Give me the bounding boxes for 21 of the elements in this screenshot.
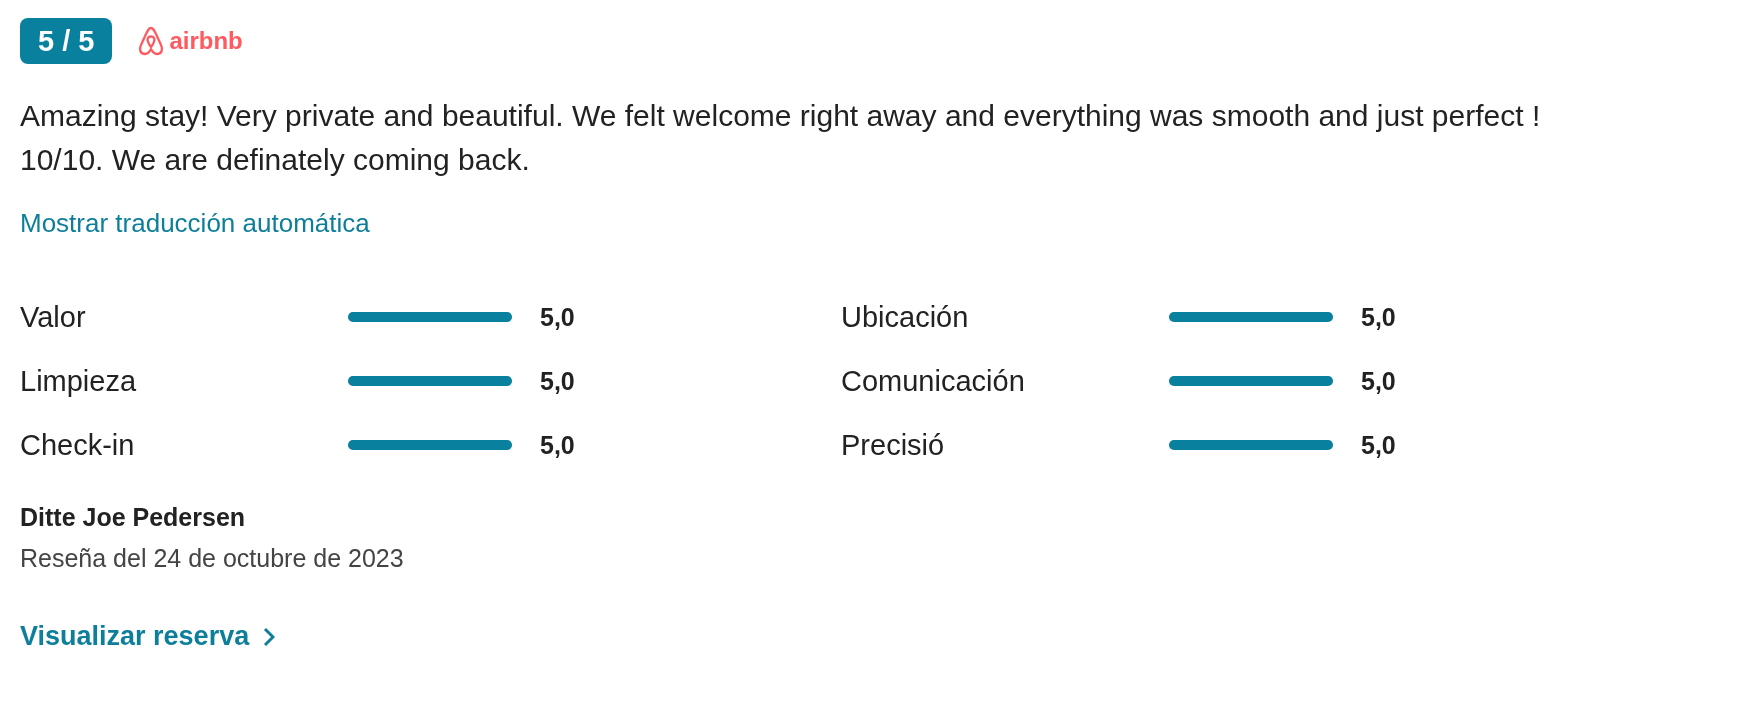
- translate-link[interactable]: Mostrar traducción automática: [20, 208, 370, 239]
- rating-value: 5,0: [1361, 366, 1397, 396]
- source-name: airbnb: [169, 27, 243, 55]
- rating-value: 5,0: [1361, 302, 1397, 332]
- rating-value: 5,0: [540, 430, 576, 460]
- review-date: Reseña del 24 de octubre de 2023: [20, 544, 405, 573]
- rating-label: Check-in: [20, 428, 136, 462]
- booking-link[interactable]: Visualizar reserva: [20, 621, 276, 652]
- score-badge: 5 / 5: [20, 18, 113, 64]
- rating-label: Limpieza: [20, 364, 138, 398]
- airbnb-logo-icon: [138, 26, 165, 56]
- review-text: Amazing stay! Very private and beautiful. We felt welcome right away and everything was smooth and just perfect ! 10/10. We are definately coming back.: [20, 98, 1542, 178]
- chevron-right-icon: [263, 626, 276, 647]
- rating-value: 5,0: [1361, 430, 1397, 460]
- rating-value: 5,0: [540, 366, 576, 396]
- rating-label: Ubicación: [841, 300, 970, 334]
- rating-label: Comunicación: [841, 364, 1026, 398]
- rating-value: 5,0: [540, 302, 576, 332]
- reviewer-name: Ditte Joe Pedersen: [20, 503, 247, 532]
- rating-label: Precisió: [841, 428, 946, 462]
- rating-label: Valor: [20, 300, 87, 334]
